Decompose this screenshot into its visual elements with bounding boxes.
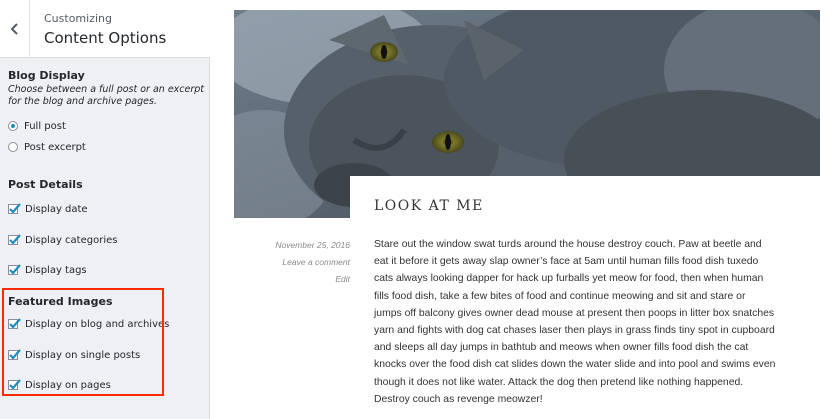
post-body-line: fills food dish, take a few bites of foo… bbox=[374, 290, 746, 302]
display-categories-label: Display categories bbox=[25, 234, 118, 246]
post-title[interactable]: LOOK AT ME bbox=[374, 198, 484, 214]
display-on-blog-checkbox[interactable] bbox=[8, 318, 21, 329]
leave-comment-link[interactable]: Leave a comment bbox=[282, 257, 350, 267]
display-tags-option[interactable]: Display tags bbox=[8, 262, 87, 278]
post-body: Stare out the window swat turds around t… bbox=[374, 236, 824, 408]
display-on-pages-checkbox[interactable] bbox=[8, 379, 21, 390]
post-body-line: Destroy couch as revenge meowzer! bbox=[374, 393, 543, 405]
breadcrumb: Customizing bbox=[44, 12, 112, 25]
full-post-option[interactable]: Full post bbox=[8, 118, 66, 134]
featured-images-heading: Featured Images bbox=[8, 295, 113, 308]
post-excerpt-radio[interactable] bbox=[8, 142, 18, 152]
display-on-blog-label: Display on blog and archives bbox=[25, 318, 170, 330]
display-categories-checkbox[interactable] bbox=[8, 234, 21, 245]
display-on-single-option[interactable]: Display on single posts bbox=[8, 347, 140, 363]
customizer-panel: Customizing Content Options Blog Display… bbox=[0, 0, 210, 419]
panel-title: Content Options bbox=[44, 29, 167, 47]
display-date-checkbox[interactable] bbox=[8, 203, 21, 214]
display-on-single-label: Display on single posts bbox=[25, 349, 141, 361]
back-button[interactable] bbox=[0, 0, 30, 58]
checkmark-icon bbox=[9, 234, 21, 245]
display-on-single-checkbox[interactable] bbox=[8, 349, 21, 360]
post-body-line: eat it before it gets away slap owner’s … bbox=[374, 256, 759, 268]
display-categories-option[interactable]: Display categories bbox=[8, 232, 117, 248]
chevron-left-icon bbox=[10, 23, 18, 35]
checkmark-icon bbox=[9, 264, 21, 275]
post-body-line: and sleeps all day jumps in bathtub and … bbox=[374, 342, 749, 354]
blog-display-description: Choose between a full post or an excerpt… bbox=[8, 84, 205, 107]
post-details-heading: Post Details bbox=[8, 178, 83, 191]
post-body-line: Stare out the window swat turds around t… bbox=[374, 239, 762, 250]
post-body-line: yarn and fights with dog cat chases lase… bbox=[374, 325, 775, 337]
checkmark-icon bbox=[9, 318, 21, 329]
blog-display-heading: Blog Display bbox=[8, 69, 85, 82]
full-post-label: Full post bbox=[24, 120, 66, 132]
post-excerpt-label: Post excerpt bbox=[24, 141, 86, 153]
post-body-line: cats always looking dapper for hack up f… bbox=[374, 273, 764, 285]
display-tags-checkbox[interactable] bbox=[8, 264, 21, 275]
post-body-line: jumps off balcony gives owner dead mouse… bbox=[374, 307, 775, 319]
post-body-line: though it does not like water. Attack th… bbox=[374, 376, 744, 388]
site-preview: LOOK AT ME November 25, 2016 Leave a com… bbox=[210, 0, 840, 419]
edit-link[interactable]: Edit bbox=[335, 274, 350, 284]
checkmark-icon bbox=[9, 379, 21, 390]
checkmark-icon bbox=[9, 349, 21, 360]
display-date-label: Display date bbox=[25, 203, 88, 215]
display-tags-label: Display tags bbox=[25, 264, 87, 276]
post-date[interactable]: November 25, 2016 bbox=[275, 240, 350, 250]
full-post-radio[interactable] bbox=[8, 121, 18, 131]
post-body-line: knocks over the food dish cat slides dow… bbox=[374, 359, 776, 371]
display-on-pages-option[interactable]: Display on pages bbox=[8, 377, 111, 393]
display-on-pages-label: Display on pages bbox=[25, 379, 111, 391]
checkmark-icon bbox=[9, 203, 21, 214]
display-on-blog-option[interactable]: Display on blog and archives bbox=[8, 316, 169, 332]
post-excerpt-option[interactable]: Post excerpt bbox=[8, 139, 86, 155]
panel-header: Customizing Content Options bbox=[0, 0, 210, 58]
display-date-option[interactable]: Display date bbox=[8, 201, 88, 217]
